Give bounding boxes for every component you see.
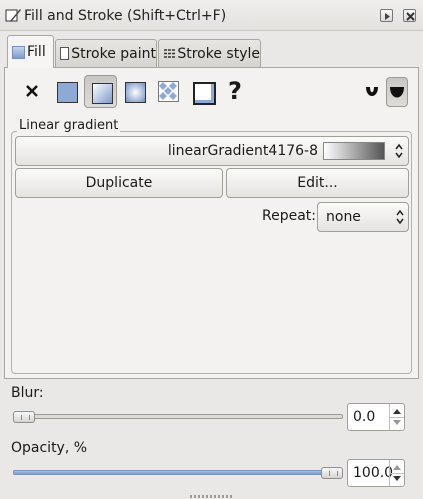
- tab-fill[interactable]: Fill: [7, 35, 54, 68]
- tab-stroke-style[interactable]: Stroke style: [158, 39, 261, 67]
- swatch-icon: [193, 82, 216, 105]
- gradient-name: linearGradient4176-8: [167, 143, 318, 159]
- pattern-icon: [158, 81, 179, 102]
- tab-stroke-paint[interactable]: Stroke paint: [55, 39, 157, 67]
- question-mark-icon: ?: [228, 77, 242, 105]
- pattern-button[interactable]: [152, 75, 185, 108]
- duplicate-button[interactable]: Duplicate: [15, 168, 223, 198]
- gradient-selector[interactable]: linearGradient4176-8: [15, 136, 409, 166]
- window-title: Fill and Stroke (Shift+Ctrl+F): [24, 8, 227, 24]
- opacity-spinbox[interactable]: 100.0: [347, 459, 405, 487]
- stroke-style-tab-icon: [164, 49, 176, 58]
- repeat-label: Repeat:: [262, 208, 316, 224]
- dock-icon: [385, 13, 390, 20]
- tab-stroke-paint-label: Stroke paint: [71, 45, 156, 62]
- fill-rule-nonzero-button[interactable]: [386, 77, 408, 107]
- close-button[interactable]: [403, 9, 416, 22]
- swatch-button[interactable]: [186, 75, 219, 108]
- radial-gradient-icon: [125, 82, 146, 103]
- radial-gradient-button[interactable]: [118, 75, 151, 108]
- blur-value: 0.0: [353, 409, 376, 425]
- x-icon: [26, 85, 38, 97]
- nonzero-icon: [390, 87, 404, 98]
- close-icon: [406, 12, 415, 21]
- updown-icon: [395, 143, 403, 159]
- resize-grip[interactable]: [190, 495, 234, 498]
- opacity-slider-fill: [13, 470, 332, 475]
- blur-spinbox[interactable]: 0.0: [347, 403, 405, 431]
- tab-stroke-style-label: Stroke style: [177, 45, 260, 62]
- stroke-paint-tab-icon: [60, 47, 70, 60]
- flat-color-button[interactable]: [50, 75, 83, 108]
- blur-label: Blur:: [11, 385, 44, 401]
- repeat-value: none: [326, 209, 361, 225]
- updown-icon: [396, 209, 404, 225]
- blur-spin-arrows[interactable]: [389, 404, 404, 430]
- gradient-preview: [323, 142, 385, 160]
- flat-color-icon: [57, 82, 78, 103]
- fill-tab-icon: [12, 45, 25, 59]
- blur-slider-trough[interactable]: [13, 414, 343, 419]
- linear-gradient-button[interactable]: [84, 75, 117, 108]
- opacity-label: Opacity, %: [11, 440, 88, 456]
- opacity-spin-arrows[interactable]: [389, 460, 404, 486]
- fill-rule-evenodd-button[interactable]: [362, 80, 382, 104]
- tab-fill-label: Fill: [27, 44, 46, 60]
- spin-down-icon[interactable]: [393, 420, 401, 425]
- blur-slider-handle[interactable]: [13, 411, 35, 423]
- dock-button[interactable]: [380, 9, 393, 22]
- no-paint-button[interactable]: [16, 75, 49, 108]
- spin-up-icon[interactable]: [393, 465, 401, 470]
- spin-up-icon[interactable]: [393, 409, 401, 414]
- opacity-value: 100.0: [353, 465, 394, 481]
- edit-button[interactable]: Edit...: [226, 168, 409, 198]
- repeat-select[interactable]: none: [317, 202, 409, 232]
- fill-stroke-icon: [5, 9, 21, 22]
- gradient-section-label: Linear gradient: [17, 118, 121, 133]
- evenodd-icon: [366, 87, 378, 96]
- opacity-slider-handle[interactable]: [321, 467, 343, 479]
- linear-gradient-icon: [92, 83, 113, 104]
- unset-paint-button[interactable]: ?: [220, 75, 253, 108]
- spin-down-icon[interactable]: [393, 476, 401, 481]
